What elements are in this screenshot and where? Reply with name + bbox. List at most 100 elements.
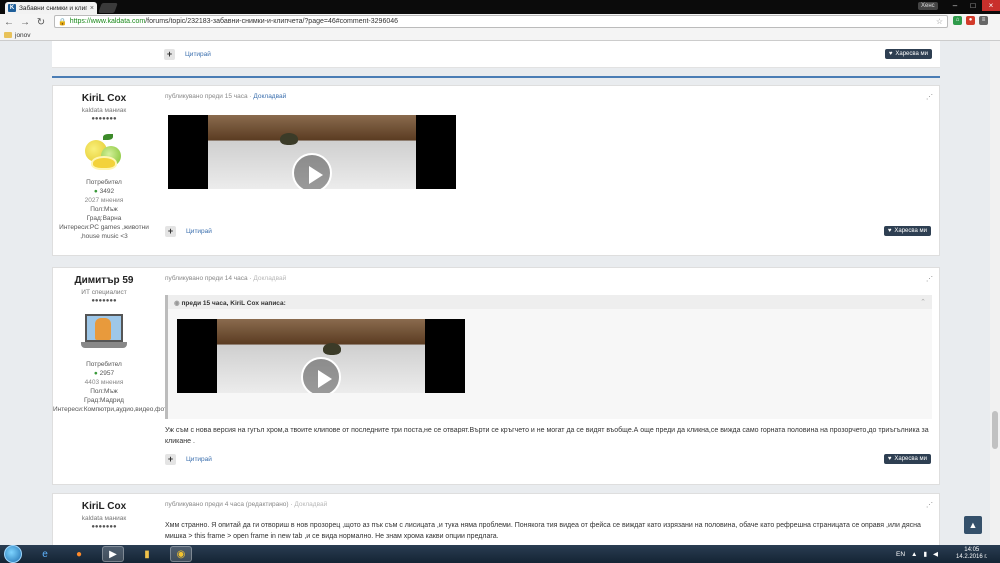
menu-icon[interactable]: ≡ xyxy=(979,16,988,25)
crab-figure xyxy=(280,133,298,145)
play-button[interactable] xyxy=(301,357,341,393)
quote-citation: преди 15 часа, KiriL Cox написа: xyxy=(181,300,286,307)
like-label: Харесва ми xyxy=(894,228,927,234)
heart-icon: ♥ xyxy=(887,228,892,234)
heart-icon: ♥ xyxy=(888,51,893,57)
post-date: публикувано преди 14 часа xyxy=(165,275,248,282)
language-indicator[interactable]: EN xyxy=(896,551,905,558)
post-count: 2027 мнения xyxy=(84,197,124,204)
author-name[interactable]: KiriL Cox xyxy=(53,93,155,104)
volume-icon[interactable]: ◀ xyxy=(933,550,938,558)
scroll-to-top-button[interactable]: ▲ xyxy=(964,516,982,534)
internet-explorer-icon[interactable]: e xyxy=(34,546,56,562)
back-icon[interactable]: ← xyxy=(4,17,14,28)
author-meta: Потребител ● 2957 4403 мнения Пол:Мъж Гр… xyxy=(53,360,171,414)
multiquote-button[interactable]: + xyxy=(165,454,176,465)
clock-time: 14:05 xyxy=(964,547,980,553)
multiquote-button[interactable]: + xyxy=(164,49,175,60)
quote-button[interactable]: Цитирай xyxy=(185,51,211,58)
extension-icon[interactable]: ⌂ xyxy=(953,16,962,25)
explorer-folder-icon[interactable]: ▮ xyxy=(136,546,158,562)
play-button[interactable] xyxy=(292,153,332,189)
post-actions: + Цитирай xyxy=(165,454,212,465)
kaldata-favicon-icon: K xyxy=(8,4,16,12)
windows-taskbar: e ● ▶ ▮ ◉ EN ▲ ▮ ◀ 14:05 14.2.2016 г. xyxy=(0,545,1000,563)
author-name[interactable]: KiriL Cox xyxy=(53,501,155,512)
post-actions: + Цитирай xyxy=(164,49,211,60)
lock-icon: 🔒 xyxy=(58,18,67,26)
previous-post-footer: + Цитирай ♥ Харесва ми xyxy=(52,41,940,68)
author-name[interactable]: Димитър 59 xyxy=(53,275,155,286)
author-group: Потребител xyxy=(86,361,122,368)
forum-post: KiriL Cox kaldata маниак ●●●●●●● публику… xyxy=(52,493,940,545)
share-icon[interactable]: ⋰ xyxy=(926,275,933,283)
folder-icon xyxy=(4,32,12,38)
report-link[interactable]: Докладвай xyxy=(253,275,286,282)
chrome-icon[interactable]: ◉ xyxy=(170,546,192,562)
reputation-value: 2957 xyxy=(99,370,115,377)
rank-pips: ●●●●●●● xyxy=(91,298,117,304)
url-scheme: https:// xyxy=(69,18,91,25)
profile-button[interactable]: Хенс xyxy=(918,2,938,10)
media-player-icon[interactable]: ▶ xyxy=(102,546,124,562)
forum-post: Димитър 59 ИТ специалист ●●●●●●● Потреби… xyxy=(52,267,940,485)
new-tab-button[interactable] xyxy=(98,3,118,13)
reputation-value: 3492 xyxy=(99,188,115,195)
minimize-icon[interactable]: – xyxy=(946,0,964,11)
scrollbar-thumb[interactable] xyxy=(992,411,998,449)
post-date: публикувано преди 4 часа (редактирано) xyxy=(165,501,289,508)
quote-button[interactable]: Цитирай xyxy=(186,228,212,235)
firefox-icon[interactable]: ● xyxy=(68,546,90,562)
url-host: www.kaldata.com xyxy=(90,18,146,25)
like-button[interactable]: ♥ Харесва ми xyxy=(883,226,931,236)
browser-tab[interactable]: K Забавни снимки и клипчета × xyxy=(5,2,97,14)
extensions-area: ⌂ ● ≡ xyxy=(953,16,988,25)
author-rank: ИТ специалист xyxy=(81,289,127,296)
post-meta: публикувано преди 14 часа · Докладвай xyxy=(165,275,287,282)
post-count: 4403 мнения xyxy=(84,379,124,386)
like-button[interactable]: ♥ Харесва ми xyxy=(883,454,931,464)
network-icon[interactable]: ▮ xyxy=(923,550,927,558)
start-button[interactable] xyxy=(4,545,22,563)
bookmark-star-icon[interactable]: ☆ xyxy=(936,17,943,26)
share-icon[interactable]: ⋰ xyxy=(926,93,933,101)
author-meta: Потребител ● 3492 2027 мнения Пол:Мъж Гр… xyxy=(53,178,155,241)
post-date: публикувано преди 15 часа xyxy=(165,93,248,100)
like-button[interactable]: ♥ Харесва ми xyxy=(884,49,932,59)
close-tab-icon[interactable]: × xyxy=(90,5,94,12)
post-actions: + Цитирай xyxy=(165,226,212,237)
forward-icon[interactable]: → xyxy=(20,17,30,28)
author-city: Град:Варна xyxy=(86,215,122,222)
address-bar[interactable]: 🔒 https://www.kaldata.com/forums/topic/2… xyxy=(54,15,948,28)
author-panel: KiriL Cox kaldata маниак ●●●●●●● xyxy=(53,494,155,530)
quote-button[interactable]: Цитирай xyxy=(186,456,212,463)
video-embed[interactable] xyxy=(168,115,456,189)
url-path: /forums/topic/232183-забавни-снимки-и-кл… xyxy=(145,18,399,25)
multiquote-button[interactable]: + xyxy=(165,226,176,237)
reload-icon[interactable]: ↻ xyxy=(36,17,46,28)
taskbar-clock[interactable]: 14:05 14.2.2016 г. xyxy=(956,547,987,561)
bookmark-folder[interactable]: jonov xyxy=(15,32,31,39)
page-scrollbar[interactable] xyxy=(990,41,1000,545)
maximize-icon[interactable]: □ xyxy=(964,0,982,11)
page-viewport: + Цитирай ♥ Харесва ми KiriL Cox kaldata… xyxy=(0,41,990,545)
close-window-icon[interactable]: × xyxy=(982,0,1000,11)
report-link[interactable]: Докладвай xyxy=(294,501,327,508)
avatar[interactable] xyxy=(81,128,127,174)
author-rank: kaldata маниак xyxy=(81,515,127,522)
browser-titlebar: K Забавни снимки и клипчета × Хенс – □ × xyxy=(0,0,1000,14)
collapse-icon[interactable]: ⌃ xyxy=(920,298,926,306)
video-embed[interactable] xyxy=(177,319,465,393)
quote-header: ◉ преди 15 часа, KiriL Cox написа: xyxy=(168,295,932,309)
report-link[interactable]: Докладвай xyxy=(253,93,286,100)
rank-pips: ●●●●●●● xyxy=(91,524,117,530)
author-group: Потребител xyxy=(86,179,122,186)
reputation: ● 3492 xyxy=(53,187,155,196)
like-label: Харесва ми xyxy=(894,456,927,462)
avatar[interactable] xyxy=(81,310,127,356)
tray-arrow-icon[interactable]: ▲ xyxy=(911,551,917,558)
bookmarks-bar: jonov xyxy=(0,30,1000,41)
share-icon[interactable]: ⋰ xyxy=(926,501,933,509)
adblock-icon[interactable]: ● xyxy=(966,16,975,25)
reputation: ● 2957 xyxy=(53,369,155,378)
